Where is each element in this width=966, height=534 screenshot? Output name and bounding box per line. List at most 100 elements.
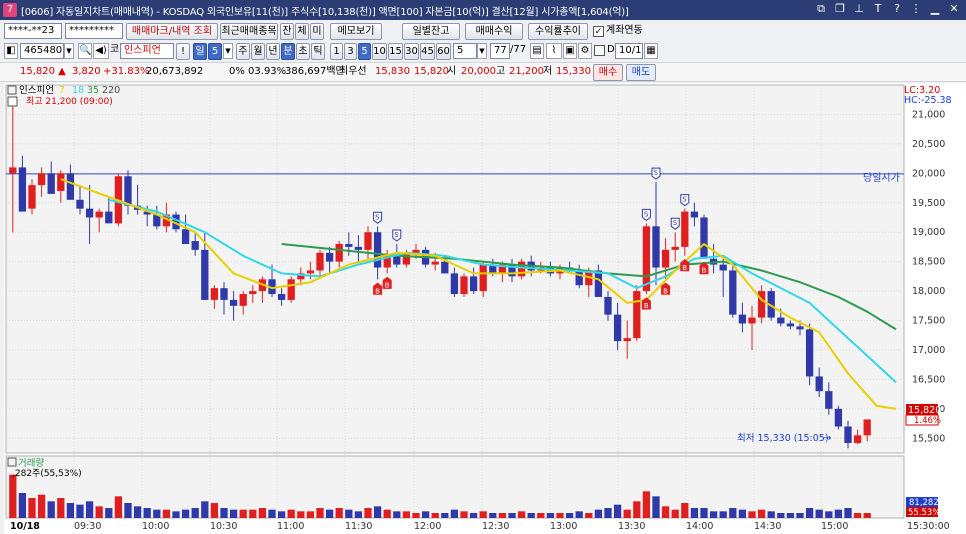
interval-10[interactable]: 10	[372, 43, 387, 60]
legend-ma7: 7	[59, 85, 65, 96]
candle-body	[738, 314, 747, 324]
volume-bar	[66, 503, 75, 518]
volume-bar	[249, 509, 257, 518]
period-count-field[interactable]: 5	[208, 43, 222, 60]
date-checkbox[interactable]	[594, 45, 605, 56]
page-input[interactable]: 77	[490, 43, 510, 59]
link-icon[interactable]: ⧉	[815, 2, 827, 16]
interval-45[interactable]: 45	[420, 43, 435, 60]
recent-trades-button[interactable]: 최근매매종목	[220, 23, 278, 40]
minimize-icon[interactable]: ▁	[929, 2, 941, 16]
stock-name-field[interactable]: 인스피언	[120, 43, 174, 59]
trade-mark-button[interactable]: 매매마크/내역 조회	[126, 23, 218, 40]
candle-body	[287, 279, 295, 300]
chart-area[interactable]: SSSSSSBBBBBB 21,000 20,500 20,000 19,500 19,…	[4, 83, 966, 534]
stock-code-input[interactable]: 465480	[20, 43, 64, 59]
code-dropdown-icon[interactable]: ▼	[64, 43, 74, 59]
indicator-icon[interactable]: ⌇	[546, 43, 562, 59]
sell-button[interactable]: 매도	[626, 64, 656, 81]
candle-body	[191, 241, 199, 250]
text-icon[interactable]: T	[872, 2, 884, 16]
period-tick-tab[interactable]: 틱	[311, 43, 325, 60]
settings-gear-icon[interactable]: ⚙	[578, 43, 592, 59]
price-volume-chart[interactable]: SSSSSSBBBBB B 21,00020,50020,00019,50019,…	[4, 83, 966, 534]
close-icon[interactable]: ✕	[948, 2, 960, 16]
tab-executed[interactable]: 체	[295, 23, 309, 40]
period-minute-tab[interactable]: 분	[281, 43, 295, 60]
interval-15[interactable]: 15	[388, 43, 403, 60]
account-field[interactable]: ****-**23	[4, 23, 62, 39]
volume-bar	[85, 501, 94, 518]
period-day-tab[interactable]: 일	[193, 43, 207, 60]
volume-bar	[373, 506, 382, 518]
price-tick-label: 17,000	[912, 345, 945, 356]
volume-bar	[297, 511, 305, 518]
search-icon[interactable]: 🔍	[78, 43, 92, 59]
interval-30[interactable]: 30	[404, 43, 419, 60]
calendar-icon[interactable]: ▦	[644, 43, 658, 59]
period-week-tab[interactable]: 주	[236, 43, 250, 60]
volume-bar	[450, 509, 459, 518]
interval-5[interactable]: 5	[358, 43, 371, 60]
volume-bar	[825, 511, 833, 518]
candle-body	[28, 185, 36, 209]
panel-toggle-icon[interactable]: ◧	[4, 43, 18, 59]
buy-button[interactable]: 매수	[593, 64, 623, 81]
candle-body	[681, 211, 689, 247]
price-tick-label: 19,000	[912, 227, 945, 238]
candle-body	[853, 435, 862, 443]
volume-bar	[172, 511, 180, 518]
date-toggle-label: D	[607, 44, 615, 55]
chart-list-icon[interactable]: ▤	[530, 43, 544, 59]
memo-button[interactable]: 메모보기	[330, 23, 382, 40]
candle-body	[325, 252, 334, 262]
help-icon[interactable]: ?	[891, 2, 903, 16]
volume-bar	[316, 508, 324, 518]
volume-bar	[412, 513, 420, 518]
tab-balance[interactable]: 잔	[280, 23, 294, 40]
candle-body	[47, 173, 55, 194]
account-link-checkbox[interactable]: ✓	[593, 26, 604, 37]
period-dropdown-icon[interactable]: ▼	[223, 43, 233, 59]
account-link-label: 계좌연동	[606, 25, 643, 36]
interval-input[interactable]: 5	[453, 43, 477, 59]
candle-body	[786, 323, 795, 327]
tab-unexecuted[interactable]: 미	[310, 23, 324, 40]
candle-body	[277, 294, 286, 300]
menu-icon[interactable]: ⋮	[910, 2, 922, 16]
period-month-tab[interactable]: 월	[251, 43, 265, 60]
period-second-tab[interactable]: 초	[296, 43, 310, 60]
volume-bar	[95, 506, 103, 518]
sell-marker-label: S	[644, 210, 649, 218]
buy-marker-label: B	[385, 281, 390, 289]
volume-bar	[796, 513, 804, 518]
interval-60[interactable]: 60	[436, 43, 451, 60]
time-tick-label: 15:30:00	[907, 521, 950, 532]
time-tick-label: 14:30	[754, 521, 781, 532]
period-year-tab[interactable]: 년	[266, 43, 280, 60]
candle-body	[57, 173, 65, 191]
buy-marker-icon: B	[661, 282, 671, 295]
sell-marker-icon: S	[392, 229, 402, 242]
interval-1[interactable]: 1	[330, 43, 343, 60]
speaker-icon[interactable]: ◀)	[93, 43, 109, 59]
profit-trend-button[interactable]: 수익률추이	[528, 23, 588, 40]
volume-bar	[210, 503, 219, 518]
candle-body	[181, 229, 190, 244]
page-total: /77	[510, 44, 527, 55]
interval-dropdown-icon[interactable]: ▼	[477, 43, 487, 59]
volume-bar	[421, 511, 430, 518]
save-icon[interactable]: ▣	[563, 43, 577, 59]
high-price: 21,200	[509, 66, 544, 77]
time-tick-label: 11:00	[277, 521, 304, 532]
password-field[interactable]: *********	[65, 23, 123, 39]
trade-profit-button[interactable]: 매매수익	[465, 23, 523, 40]
copy-icon[interactable]: ❐	[834, 2, 846, 16]
date-input[interactable]: 10/19	[615, 43, 643, 59]
interval-3[interactable]: 3	[344, 43, 357, 60]
candle-body	[844, 426, 852, 443]
pin-icon[interactable]: ⊥	[853, 2, 865, 16]
alert-button[interactable]: !	[176, 43, 190, 60]
price-tick-label: 15,500	[912, 433, 945, 444]
daily-balance-button[interactable]: 일별잔고	[402, 23, 460, 40]
